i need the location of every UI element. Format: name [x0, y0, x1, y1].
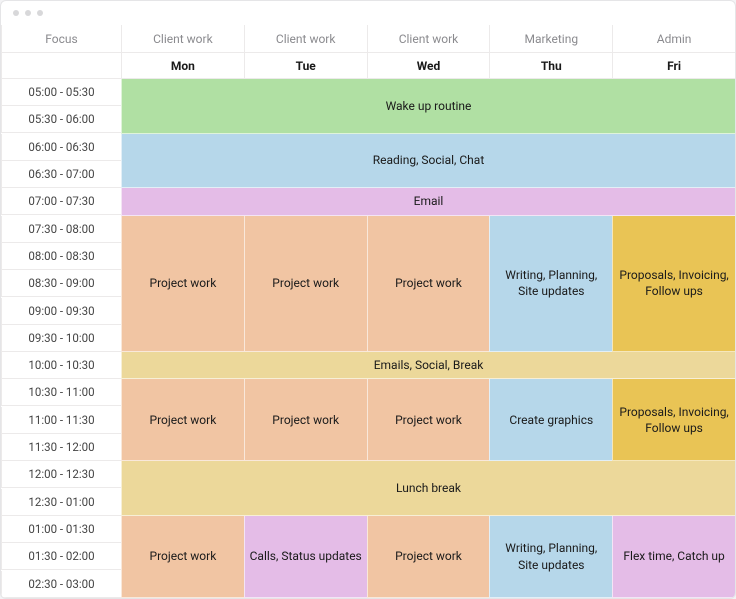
day-header: Mon	[121, 53, 244, 79]
time-slot-label: 07:30 - 08:00	[1, 216, 121, 243]
time-slot-label: 01:00 - 01:30	[1, 516, 121, 543]
schedule-block-reading[interactable]: Reading, Social, Chat	[121, 134, 735, 189]
category-header: Admin	[612, 25, 735, 53]
schedule-block-pw_mon_c[interactable]: Project work	[121, 516, 244, 598]
schedule-block-lunch[interactable]: Lunch break	[121, 461, 735, 516]
time-slot-label: 11:00 - 11:30	[1, 407, 121, 434]
app-window: Focus Client work Client work Client wor…	[0, 0, 736, 599]
time-slot-label: 09:00 - 09:30	[1, 298, 121, 325]
time-slot-label: 08:00 - 08:30	[1, 243, 121, 270]
day-header: Wed	[367, 53, 490, 79]
schedule-block-graphics[interactable]: Create graphics	[489, 379, 612, 461]
schedule-block-calls[interactable]: Calls, Status updates	[244, 516, 367, 598]
day-header: Tue	[244, 53, 367, 79]
category-header: Client work	[121, 25, 244, 53]
time-slot-label: 09:30 - 10:00	[1, 325, 121, 352]
time-slot-label: 10:30 - 11:00	[1, 379, 121, 406]
time-slot-label: 07:00 - 07:30	[1, 188, 121, 215]
time-slot-label: 12:30 - 01:00	[1, 489, 121, 516]
category-header: Marketing	[489, 25, 612, 53]
schedule-block-prop_a[interactable]: Proposals, Invoicing, Follow ups	[612, 216, 735, 353]
time-slot-label: 05:00 - 05:30	[1, 79, 121, 106]
day-header-blank	[1, 53, 121, 79]
category-header: Client work	[367, 25, 490, 53]
time-slot-label: 06:00 - 06:30	[1, 134, 121, 161]
schedule-block-prop_b[interactable]: Proposals, Invoicing, Follow ups	[612, 379, 735, 461]
schedule-block-writing_a[interactable]: Writing, Planning, Site updates	[489, 216, 612, 353]
window-control-zoom[interactable]	[37, 10, 43, 16]
time-slot-label: 08:30 - 09:00	[1, 270, 121, 297]
schedule-block-flex[interactable]: Flex time, Catch up	[612, 516, 735, 598]
time-slot-label: 01:30 - 02:00	[1, 543, 121, 570]
schedule-block-pw_wed_b[interactable]: Project work	[367, 379, 490, 461]
time-slot-label: 12:00 - 12:30	[1, 461, 121, 488]
day-header: Thu	[489, 53, 612, 79]
time-slot-label: 05:30 - 06:00	[1, 106, 121, 133]
time-slot-label: 11:30 - 12:00	[1, 434, 121, 461]
window-control-minimize[interactable]	[25, 10, 31, 16]
schedule-block-pw_tue_a[interactable]: Project work	[244, 216, 367, 353]
schedule-block-pw_mon_a[interactable]: Project work	[121, 216, 244, 353]
schedule-block-wake[interactable]: Wake up routine	[121, 79, 735, 134]
schedule-block-writing_b[interactable]: Writing, Planning, Site updates	[489, 516, 612, 598]
schedule-block-email[interactable]: Email	[121, 188, 735, 215]
schedule-block-pw_wed_c[interactable]: Project work	[367, 516, 490, 598]
time-slot-label: 06:30 - 07:00	[1, 161, 121, 188]
day-header: Fri	[612, 53, 735, 79]
schedule-block-pw_mon_b[interactable]: Project work	[121, 379, 244, 461]
schedule-block-pw_wed_a[interactable]: Project work	[367, 216, 490, 353]
time-slot-label: 10:00 - 10:30	[1, 352, 121, 379]
time-slot-label: 02:30 - 03:00	[1, 571, 121, 598]
schedule-block-pw_tue_b[interactable]: Project work	[244, 379, 367, 461]
window-control-close[interactable]	[13, 10, 19, 16]
schedule-grid: Focus Client work Client work Client wor…	[1, 25, 735, 598]
focus-column-header: Focus	[1, 25, 121, 53]
schedule-block-esb[interactable]: Emails, Social, Break	[121, 352, 735, 379]
window-titlebar	[1, 1, 735, 25]
category-header: Client work	[244, 25, 367, 53]
